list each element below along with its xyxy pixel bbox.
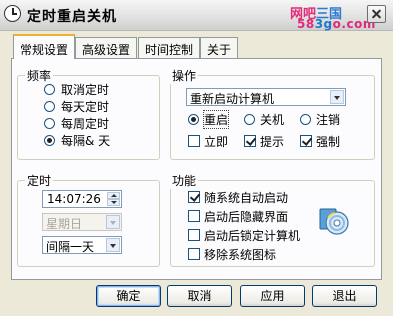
action-select-value: 重新启动计算机 — [190, 92, 275, 106]
apply-button[interactable]: 应用 — [240, 285, 305, 307]
interval-select[interactable]: 间隔一天 — [42, 236, 122, 254]
tab-about[interactable]: 关于 — [200, 37, 239, 58]
radio-restart[interactable] — [188, 114, 199, 125]
checkbox-hide-ui-label: 启动后隐藏界面 — [204, 210, 289, 224]
clock-icon — [4, 5, 21, 22]
watermark-url-b: 3g — [314, 17, 333, 31]
radio-weekly-label: 每周定时 — [61, 117, 110, 131]
radio-logoff[interactable] — [300, 114, 311, 125]
radio-shutdown[interactable] — [244, 114, 255, 125]
chevron-down-icon[interactable] — [106, 238, 120, 252]
tab-time-control[interactable]: 时间控制 — [138, 37, 201, 58]
cd-disc-icon — [318, 206, 350, 236]
radio-cancel-timer[interactable] — [44, 84, 55, 95]
checkbox-remove-tray-icon[interactable] — [188, 248, 200, 260]
radio-shutdown-label: 关机 — [260, 113, 285, 127]
chevron-down-icon[interactable] — [330, 90, 344, 104]
radio-daily-label: 每天定时 — [61, 100, 110, 114]
checkbox-autostart-label: 随系统自动启动 — [204, 191, 289, 205]
ok-button[interactable]: 确定 — [96, 285, 161, 307]
checkbox-lock-computer-label: 启动后锁定计算机 — [204, 229, 301, 243]
spin-up-icon[interactable] — [107, 192, 120, 199]
exit-button[interactable]: 退出 — [312, 285, 377, 307]
checkbox-autostart[interactable] — [188, 191, 200, 203]
checkbox-prompt-label: 提示 — [260, 135, 285, 149]
radio-logoff-label: 注销 — [316, 113, 341, 127]
time-input[interactable]: 14:07:26 — [42, 190, 122, 208]
watermark-url-a: 58 — [297, 17, 315, 31]
checkbox-lock-computer[interactable] — [188, 229, 200, 241]
tab-advanced[interactable]: 高级设置 — [75, 37, 138, 58]
checkbox-force[interactable] — [300, 135, 312, 147]
operation-group-label: 操作 — [170, 67, 199, 84]
watermark-url: 583go.com — [297, 17, 376, 31]
window-title: 定时重启关机 — [27, 9, 117, 25]
checkbox-immediate[interactable] — [188, 135, 200, 147]
checkbox-immediate-label: 立即 — [204, 135, 229, 149]
frequency-group-label: 频率 — [25, 67, 54, 84]
chevron-down-icon — [106, 215, 120, 229]
radio-cancel-timer-label: 取消定时 — [61, 83, 110, 97]
close-button[interactable] — [367, 5, 386, 23]
radio-every-n-days-label: 每隔& 天 — [61, 134, 111, 148]
checkbox-hide-ui[interactable] — [188, 210, 200, 222]
weekday-select-value: 星期日 — [46, 217, 83, 231]
features-group-label: 功能 — [170, 172, 199, 189]
cancel-button[interactable]: 取消 — [167, 285, 232, 307]
radio-weekly[interactable] — [44, 118, 55, 129]
checkbox-force-label: 强制 — [316, 135, 341, 149]
tab-general[interactable]: 常规设置 — [13, 34, 76, 59]
action-select[interactable]: 重新启动计算机 — [186, 88, 346, 106]
spin-down-icon[interactable] — [107, 199, 120, 206]
radio-daily[interactable] — [44, 101, 55, 112]
time-input-value: 14:07:26 — [47, 192, 101, 206]
checkbox-prompt[interactable] — [244, 135, 256, 147]
interval-select-value: 间隔一天 — [46, 240, 95, 254]
timing-group-label: 定时 — [25, 172, 54, 189]
checkbox-remove-tray-icon-label: 移除系统图标 — [204, 248, 277, 262]
weekday-select: 星期日 — [42, 213, 122, 231]
radio-restart-label: 重启 — [202, 110, 230, 129]
radio-every-n-days[interactable] — [44, 135, 55, 146]
